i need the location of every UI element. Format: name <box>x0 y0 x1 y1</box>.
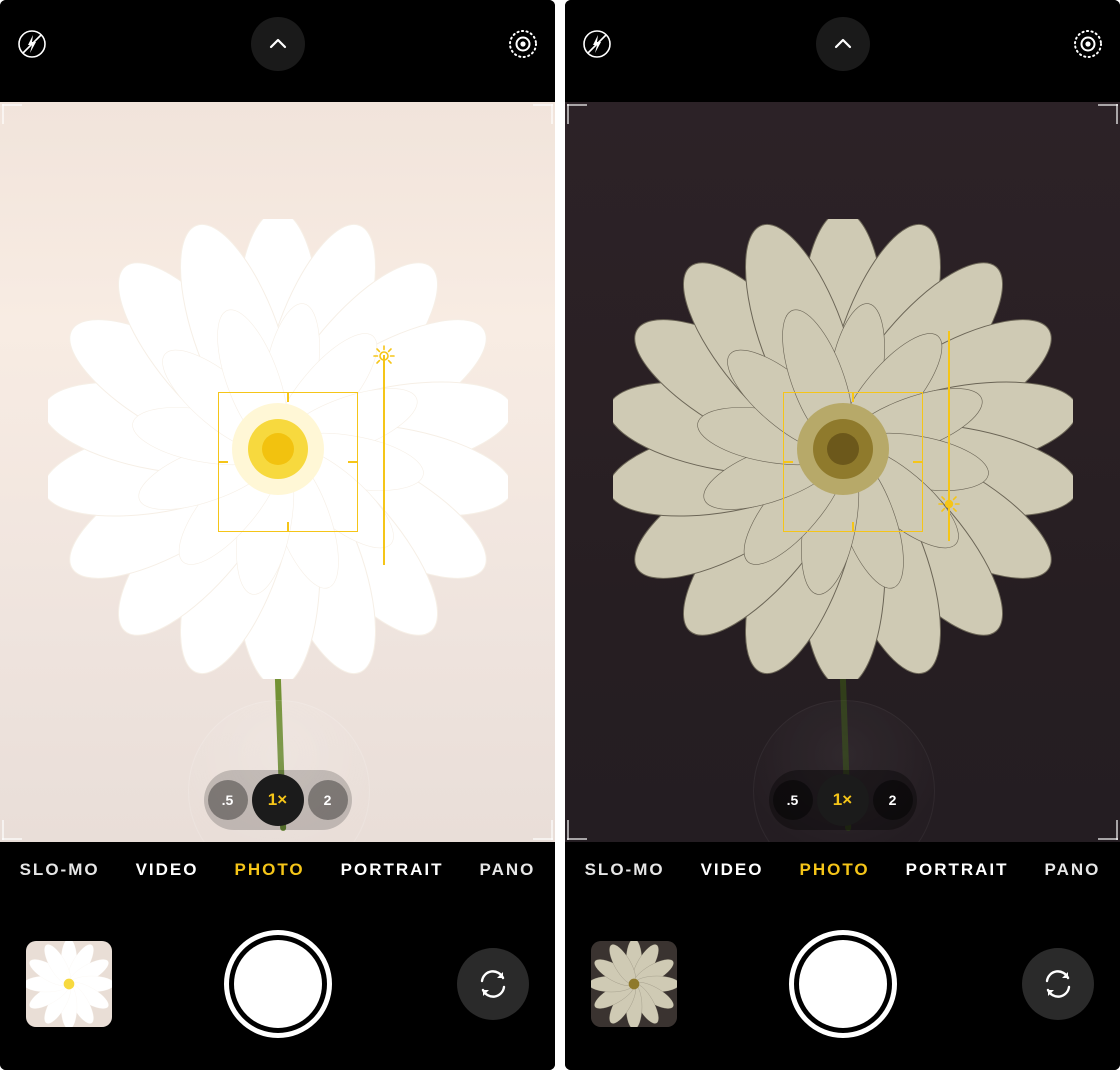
mode-slomo[interactable]: SLO-MO <box>585 860 665 880</box>
zoom-option-0.5x[interactable]: .5 <box>773 780 813 820</box>
bottom-bar <box>0 898 555 1070</box>
mode-photo[interactable]: PHOTO <box>235 860 305 880</box>
exposure-sun-icon[interactable] <box>938 493 960 515</box>
expand-controls-button[interactable] <box>816 17 870 71</box>
flash-off-icon <box>582 29 612 59</box>
exposure-sun-icon[interactable] <box>373 345 395 367</box>
zoom-selector[interactable]: .5 1× 2 <box>204 770 352 830</box>
switch-camera-icon <box>476 967 510 1001</box>
mode-selector[interactable]: SLO-MO VIDEO PHOTO PORTRAIT PANO <box>565 842 1120 898</box>
crop-corner-icon <box>2 104 22 124</box>
mode-pano[interactable]: PANO <box>1045 860 1101 880</box>
focus-indicator[interactable] <box>783 392 923 532</box>
camera-screen-bright: .5 1× 2 SLO-MO VIDEO PHOTO PORTRAIT PANO <box>0 0 555 1070</box>
top-bar <box>0 0 555 102</box>
thumbnail-image <box>591 941 677 1027</box>
flash-off-button[interactable] <box>10 22 54 66</box>
bottom-bar <box>565 898 1120 1070</box>
switch-camera-button[interactable] <box>1022 948 1094 1020</box>
zoom-selector[interactable]: .5 1× 2 <box>769 770 917 830</box>
flash-off-icon <box>17 29 47 59</box>
mode-portrait[interactable]: PORTRAIT <box>341 860 444 880</box>
switch-camera-icon <box>1041 967 1075 1001</box>
last-photo-thumbnail[interactable] <box>26 941 112 1027</box>
live-photo-button[interactable] <box>501 22 545 66</box>
thumbnail-image <box>26 941 112 1027</box>
mode-pano[interactable]: PANO <box>480 860 536 880</box>
crop-corner-icon <box>1098 820 1118 840</box>
mode-selector[interactable]: SLO-MO VIDEO PHOTO PORTRAIT PANO <box>0 842 555 898</box>
crop-corner-icon <box>567 104 587 124</box>
shutter-inner-icon <box>799 940 887 1028</box>
crop-corner-icon <box>567 820 587 840</box>
camera-screen-dark: .5 1× 2 SLO-MO VIDEO PHOTO PORTRAIT PANO <box>565 0 1120 1070</box>
shutter-button[interactable] <box>789 930 897 1038</box>
crop-corner-icon <box>1098 104 1118 124</box>
crop-corner-icon <box>533 820 553 840</box>
zoom-option-0.5x[interactable]: .5 <box>208 780 248 820</box>
zoom-option-1x[interactable]: 1× <box>252 774 304 826</box>
shutter-button[interactable] <box>224 930 332 1038</box>
viewfinder[interactable]: .5 1× 2 <box>565 102 1120 842</box>
mode-slomo[interactable]: SLO-MO <box>20 860 100 880</box>
mode-video[interactable]: VIDEO <box>136 860 199 880</box>
chevron-up-icon <box>832 33 854 55</box>
zoom-option-1x[interactable]: 1× <box>817 774 869 826</box>
mode-portrait[interactable]: PORTRAIT <box>906 860 1009 880</box>
expand-controls-button[interactable] <box>251 17 305 71</box>
crop-corner-icon <box>2 820 22 840</box>
zoom-option-2x[interactable]: 2 <box>873 780 913 820</box>
flash-off-button[interactable] <box>575 22 619 66</box>
shutter-inner-icon <box>234 940 322 1028</box>
exposure-slider-track[interactable] <box>383 355 385 565</box>
focus-indicator[interactable] <box>218 392 358 532</box>
live-photo-button[interactable] <box>1066 22 1110 66</box>
top-bar <box>565 0 1120 102</box>
switch-camera-button[interactable] <box>457 948 529 1020</box>
zoom-option-2x[interactable]: 2 <box>308 780 348 820</box>
chevron-up-icon <box>267 33 289 55</box>
viewfinder[interactable]: .5 1× 2 <box>0 102 555 842</box>
live-photo-icon <box>506 27 540 61</box>
live-photo-icon <box>1071 27 1105 61</box>
crop-corner-icon <box>533 104 553 124</box>
mode-video[interactable]: VIDEO <box>701 860 764 880</box>
mode-photo[interactable]: PHOTO <box>800 860 870 880</box>
last-photo-thumbnail[interactable] <box>591 941 677 1027</box>
